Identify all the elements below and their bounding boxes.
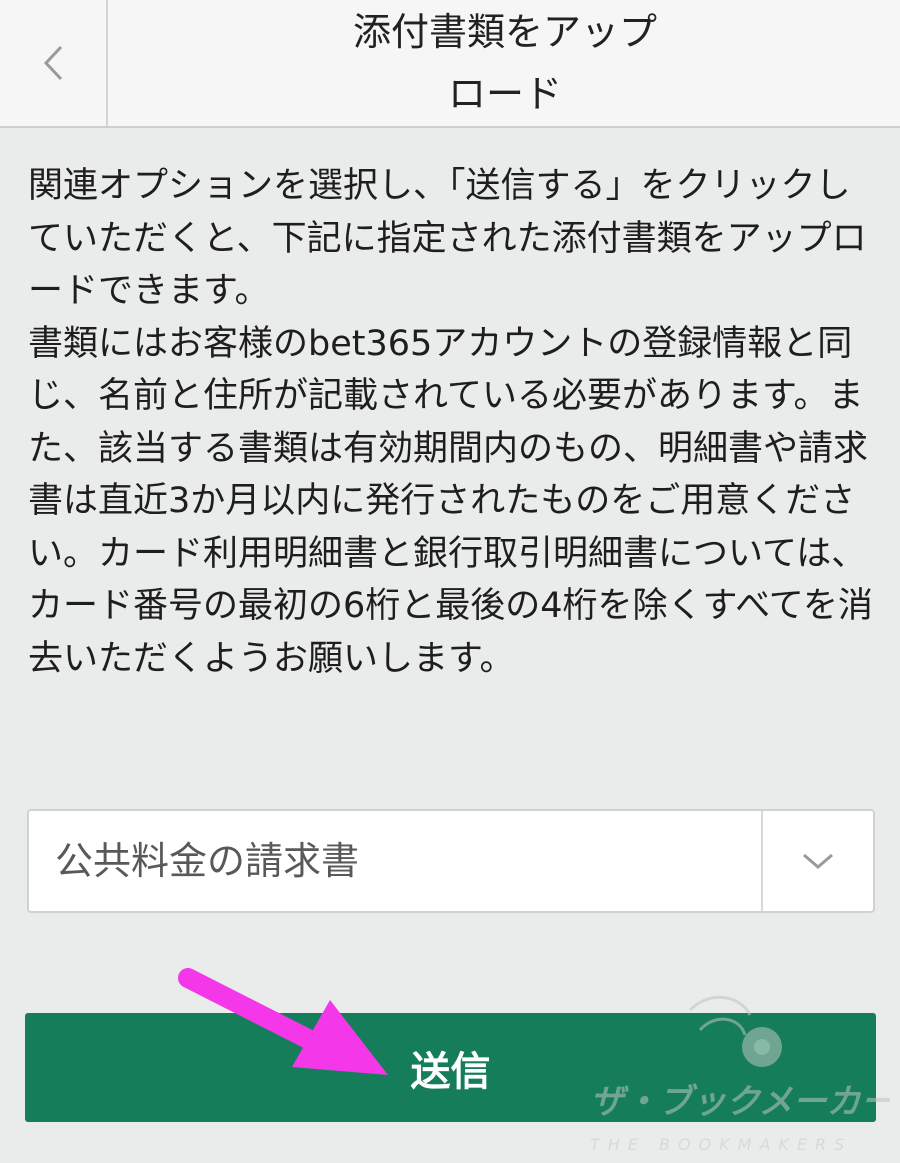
select-value: 公共料金の請求書 xyxy=(55,839,360,883)
instructions-paragraph-1: 関連オプションを選択し、「送信する」をクリックしていただくと、下記に指定された添… xyxy=(28,166,867,311)
page-title-container: 添付書類をアップロード xyxy=(110,0,900,126)
instructions-text: 関連オプションを選択し、「送信する」をクリックしていただくと、下記に指定された添… xyxy=(28,160,873,685)
watermark-subtext: THE BOOKMAKERS xyxy=(590,1135,852,1154)
chevron-left-icon xyxy=(43,45,63,81)
back-button[interactable] xyxy=(0,0,108,126)
header-bar: 添付書類をアップロード xyxy=(0,0,900,128)
select-arrow-button[interactable] xyxy=(761,811,873,911)
submit-button[interactable]: 送信 xyxy=(25,1013,876,1122)
page-title: 添付書類をアップロード xyxy=(352,10,657,116)
chevron-down-icon xyxy=(803,853,833,869)
instructions-paragraph-2: 書類にはお客様のbet365アカウントの登録情報と同じ、名前と住所が記載されてい… xyxy=(28,323,873,679)
document-type-select[interactable]: 公共料金の請求書 xyxy=(27,809,875,913)
